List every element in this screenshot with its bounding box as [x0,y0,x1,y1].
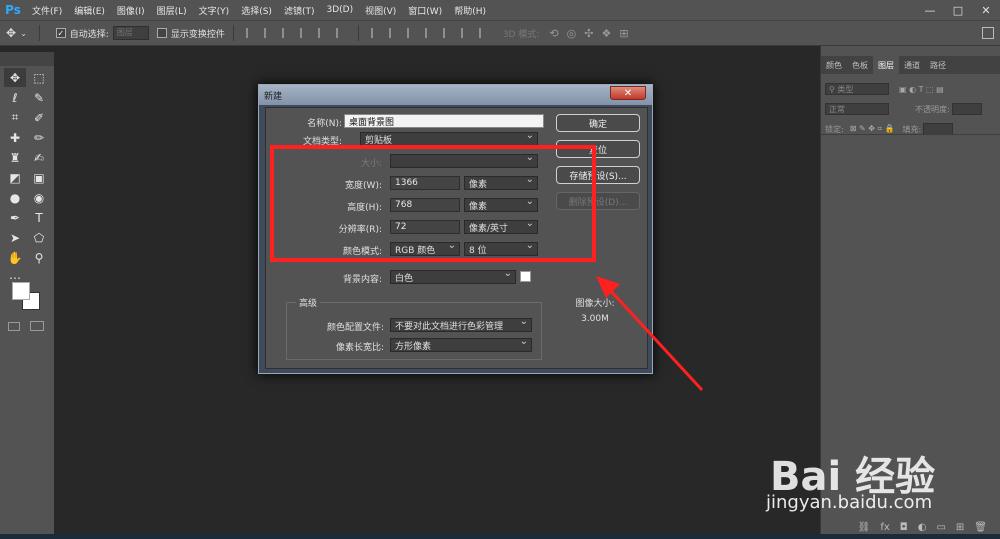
baidu-watermark-url: jingyan.baidu.com [766,492,933,513]
foreground-color-swatch[interactable] [12,282,30,300]
taskbar [0,534,1000,539]
